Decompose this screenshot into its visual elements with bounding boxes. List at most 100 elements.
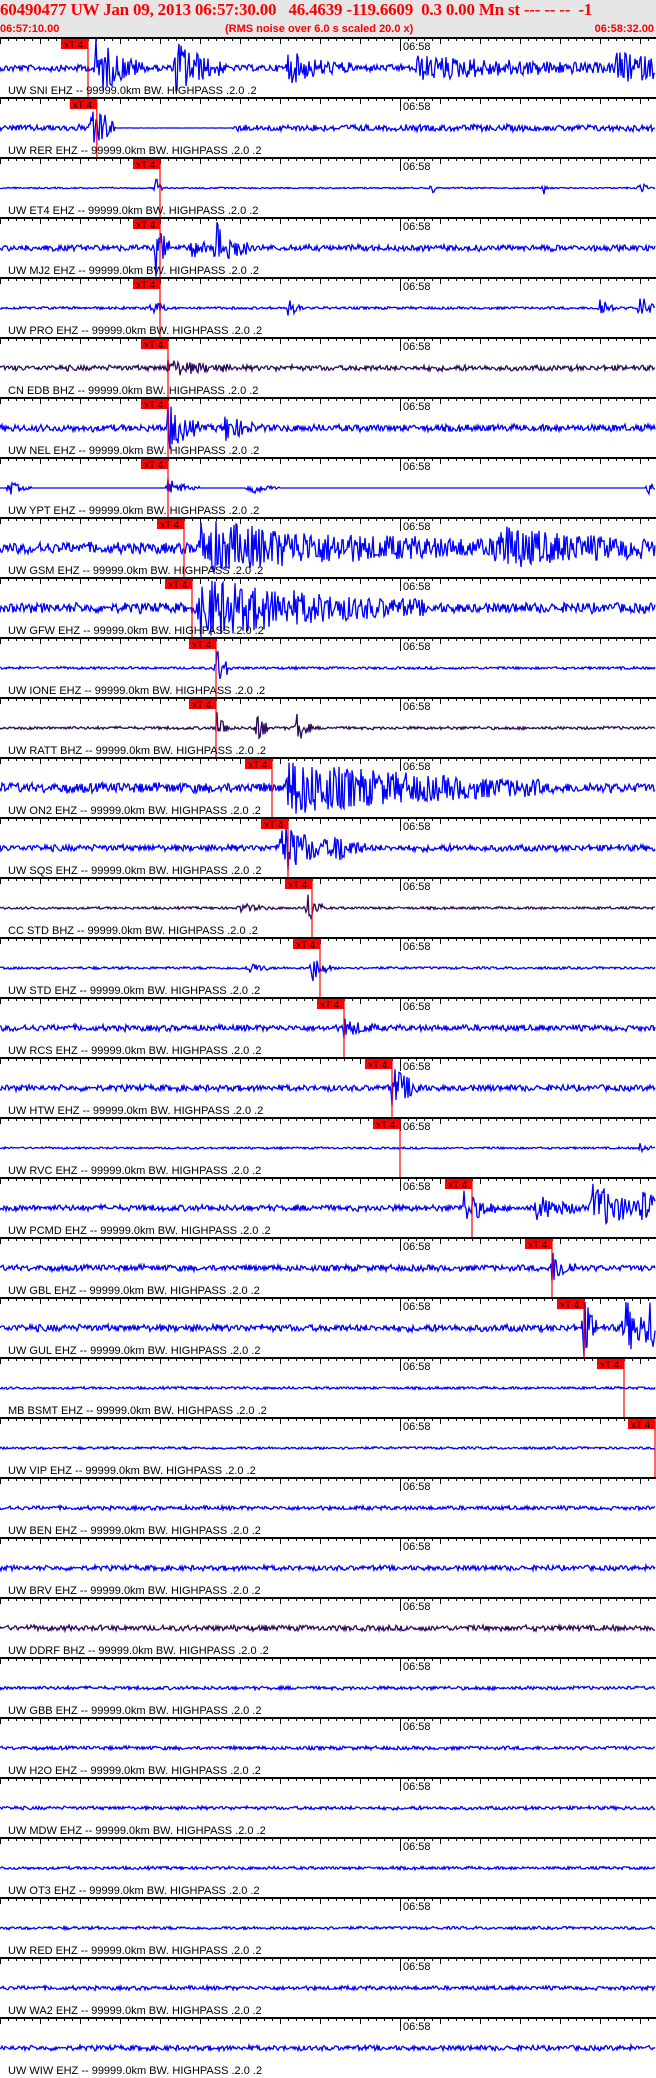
station-label: UW GBB EHZ -- 99999.0km BW. HIGHPASS .2.… [8,1705,261,1717]
trace-panel: 06:58 xT 4 UW ON2 EHZ -- 99999.0km BW. HIG… [0,757,656,817]
minute-label: 06:58 [403,221,431,233]
pick-label: xT 4 [192,700,212,711]
minute-label: 06:58 [403,1061,431,1073]
waveform-trace [0,2042,656,2053]
pick-marker[interactable]: xT 4 [189,639,216,651]
station-label: UW RER EHZ -- 99999.0km BW. HIGHPASS .2.… [8,145,261,157]
pick-marker[interactable]: xT 4 [365,1059,392,1071]
pick-marker[interactable]: xT 4 [317,999,344,1011]
station-label: UW MJ2 EHZ -- 99999.0km BW. HIGHPASS .2.… [8,265,259,277]
pick-label: xT 4 [528,1240,548,1251]
pick-marker[interactable]: xT 4 [245,759,272,771]
pick-marker[interactable]: xT 4 [525,1239,552,1251]
minute-label: 06:58 [403,1661,431,1673]
waveform-trace [0,298,656,316]
pick-label: xT 4 [368,1060,388,1071]
waveform-trace [0,894,656,921]
pick-marker[interactable]: xT 4 [61,39,88,51]
pick-label: xT 4 [144,340,164,351]
waveform-trace [0,178,656,195]
trace-panel: 06:58 xT 4 UW PCMD EHZ -- 99999.0km BW. HI… [0,1177,656,1237]
station-label: UW YPT EHZ -- 99999.0km BW. HIGHPASS .2.… [8,505,259,517]
pick-marker[interactable]: xT 4 [157,519,184,531]
waveform-trace [0,1562,656,1573]
station-label: UW GBL EHZ -- 99999.0km BW. HIGHPASS .2.… [8,1285,260,1297]
minute-label: 06:58 [403,761,431,773]
pick-label: xT 4 [600,1360,620,1371]
trace-panel: 06:58 xT 4 UW VIP EHZ -- 99999.0km BW. HIG… [0,1417,656,1477]
minute-label: 06:58 [403,581,431,593]
waveform-trace [0,1018,656,1039]
waveform-trace [0,1744,655,1752]
station-label: UW RATT BHZ -- 99999.0km BW. HIGHPASS .2… [8,745,266,757]
trace-panel: 06:58 UW WA2 EHZ -- 99999.0km BW. HIGHPAS… [0,1957,656,2017]
minute-label: 06:58 [403,1181,431,1193]
trace-panel: 06:58 xT 4 UW RER EHZ -- 99999.0km BW. HIG… [0,97,656,157]
pick-marker[interactable]: xT 4 [293,939,320,951]
waveform-trace [0,1445,656,1451]
pick-marker[interactable]: xT 4 [141,339,168,351]
waveform-trace [0,1983,656,1993]
minute-label: 06:58 [403,2021,431,2033]
pick-label: xT 4 [160,520,180,531]
minute-label: 06:58 [403,881,431,893]
station-label: CC STD BHZ -- 99999.0km BW. HIGHPASS .2.… [8,925,258,937]
pick-marker[interactable]: xT 4 [133,219,160,231]
trace-panel: 06:58 xT 4 UW RCS EHZ -- 99999.0km BW. HIG… [0,997,656,1057]
trace-panel: 06:58 xT 4 UW GBL EHZ -- 99999.0km BW. HIG… [0,1237,656,1297]
station-label: UW WIW EHZ -- 99999.0km BW. HIGHPASS .2.… [8,2065,262,2077]
trace-panel: 06:58 xT 4 UW NEL EHZ -- 99999.0km BW. HIG… [0,397,656,457]
pick-marker[interactable]: xT 4 [141,399,168,411]
trace-panel: 06:58 UW WIW EHZ -- 99999.0km BW. HIGHPAS… [0,2017,656,2077]
pick-label: xT 4 [168,580,188,591]
pick-marker[interactable]: xT 4 [628,1419,655,1431]
pick-label: xT 4 [448,1180,468,1191]
waveform-trace [0,402,656,450]
trace-panel: 06:58 xT 4 UW ET4 EHZ -- 99999.0km BW. HIG… [0,157,656,217]
minute-label: 06:58 [403,1961,431,1973]
minute-label: 06:58 [403,1901,431,1913]
minute-label: 06:58 [403,1541,431,1553]
pick-label: xT 4 [288,880,308,891]
trace-panel: 06:58 UW RED EHZ -- 99999.0km BW. HIGHPAS… [0,1897,656,1957]
waveform-trace [0,712,656,740]
minute-label: 06:58 [403,1301,431,1313]
minute-label: 06:58 [403,521,431,533]
station-label: UW MDW EHZ -- 99999.0km BW. HIGHPASS .2.… [8,1825,266,1837]
pick-marker[interactable]: xT 4 [69,99,97,111]
pick-label: xT 4 [192,640,212,651]
pick-marker[interactable]: xT 4 [141,459,168,471]
pick-label: xT 4 [248,760,268,771]
station-label: UW OT3 EHZ -- 99999.0km BW. HIGHPASS .2.… [8,1885,260,1897]
pick-label: xT 4 [560,1300,580,1311]
pick-marker[interactable]: xT 4 [133,159,160,171]
pick-label: xT 4 [376,1120,396,1131]
pick-marker[interactable]: xT 4 [445,1179,472,1191]
pick-marker[interactable]: xT 4 [165,579,192,591]
pick-marker[interactable]: xT 4 [133,279,160,291]
waveform-trace [0,1252,656,1282]
pick-marker[interactable]: xT 4 [597,1359,624,1371]
waveform-trace [0,1622,656,1634]
waveform-trace [0,1684,656,1692]
minute-label: 06:58 [403,341,431,353]
station-label: UW ET4 EHZ -- 99999.0km BW. HIGHPASS .2.… [8,205,258,217]
station-label: UW SQS EHZ -- 99999.0km BW. HIGHPASS .2.… [8,865,261,877]
trace-panel: 06:58 xT 4 CC STD BHZ -- 99999.0km BW. HIG… [0,877,656,937]
station-label: UW DDRF BHZ -- 99999.0km BW. HIGHPASS .2… [8,1645,269,1657]
trace-panel: 06:58 xT 4 UW HTW EHZ -- 99999.0km BW. HIG… [0,1057,656,1117]
pick-marker[interactable]: xT 4 [373,1119,400,1131]
minute-label: 06:58 [403,1841,431,1853]
waveform-trace [0,1503,656,1513]
waveform-trace [0,478,656,496]
station-label: UW HTW EHZ -- 99999.0km BW. HIGHPASS .2.… [8,1105,263,1117]
pick-marker[interactable]: xT 4 [557,1299,584,1311]
waveform-trace [0,38,656,92]
pick-label: xT 4 [320,1000,340,1011]
pick-marker[interactable]: xT 4 [189,699,216,711]
pick-marker[interactable]: xT 4 [285,879,312,891]
minute-label: 06:58 [403,1421,431,1433]
trace-panel: 06:58 xT 4 CN EDB BHZ -- 99999.0km BW. HIG… [0,337,656,397]
pick-marker[interactable]: xT 4 [261,819,288,831]
station-label: UW STD EHZ -- 99999.0km BW. HIGHPASS .2.… [8,985,260,997]
